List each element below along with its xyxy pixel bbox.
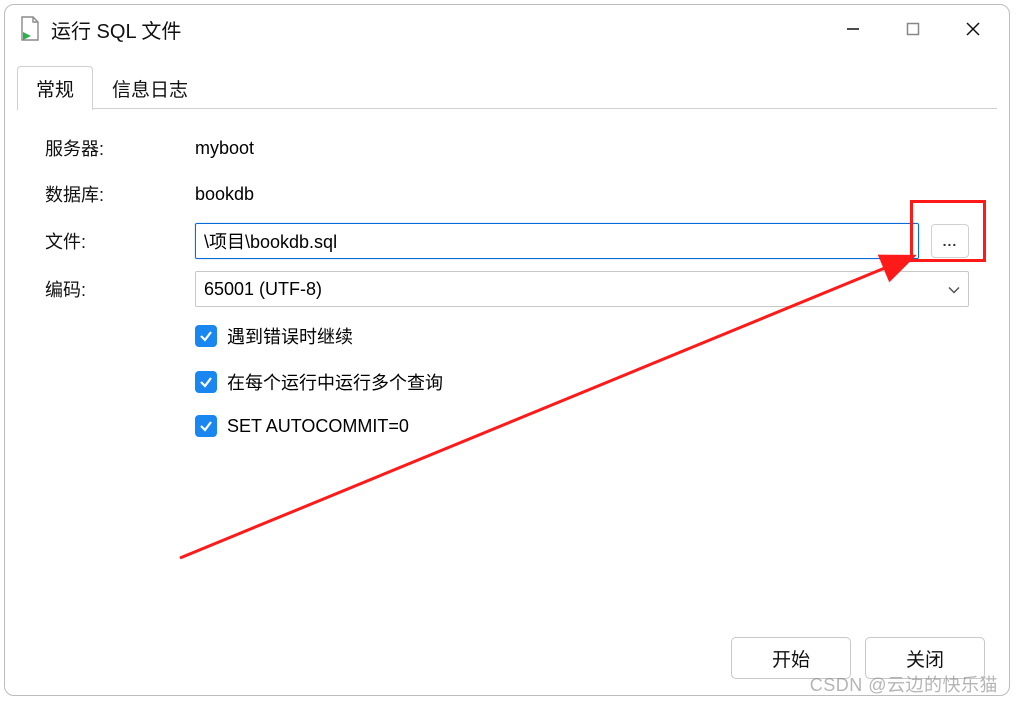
window-title: 运行 SQL 文件	[51, 15, 181, 44]
titlebar: 运行 SQL 文件	[5, 5, 1009, 53]
sql-file-icon	[19, 16, 41, 42]
start-button[interactable]: 开始	[731, 637, 851, 679]
file-label: 文件:	[45, 228, 195, 254]
row-server: 服务器: myboot	[45, 131, 969, 165]
close-button[interactable]: 关闭	[865, 637, 985, 679]
encoding-label: 编码:	[45, 276, 195, 302]
tab-general[interactable]: 常规	[17, 66, 93, 110]
checkbox-checked-icon	[195, 371, 217, 393]
checkbox-label: 遇到错误时继续	[227, 323, 353, 349]
form-content: 服务器: myboot 数据库: bookdb 文件: ... 编码: 6500…	[17, 108, 997, 437]
maximize-button[interactable]	[883, 9, 943, 49]
database-value: bookdb	[195, 184, 254, 205]
tab-log[interactable]: 信息日志	[93, 66, 207, 110]
tab-bar: 常规 信息日志	[5, 53, 1009, 109]
row-file: 文件: ...	[45, 223, 969, 259]
minimize-button[interactable]	[823, 9, 883, 49]
database-label: 数据库:	[45, 181, 195, 207]
checkbox-continue-on-error[interactable]: 遇到错误时继续	[195, 323, 969, 349]
encoding-select[interactable]: 65001 (UTF-8)	[195, 271, 969, 307]
file-input[interactable]	[195, 223, 919, 259]
dialog-window: 运行 SQL 文件 常规 信息日志 服务器: myboot 数据库: bookd…	[4, 4, 1010, 696]
checkbox-checked-icon	[195, 325, 217, 347]
dialog-footer: 开始 关闭	[731, 637, 985, 679]
close-window-button[interactable]	[943, 9, 1003, 49]
row-database: 数据库: bookdb	[45, 177, 969, 211]
checkbox-checked-icon	[195, 415, 217, 437]
checkbox-group: 遇到错误时继续 在每个运行中运行多个查询 SET AUTOCOMMIT=0	[195, 323, 969, 437]
encoding-value: 65001 (UTF-8)	[204, 279, 322, 300]
server-value: myboot	[195, 138, 254, 159]
checkbox-label: 在每个运行中运行多个查询	[227, 369, 443, 395]
server-label: 服务器:	[45, 135, 195, 161]
checkbox-autocommit[interactable]: SET AUTOCOMMIT=0	[195, 415, 969, 437]
browse-button[interactable]: ...	[931, 224, 969, 258]
checkbox-label: SET AUTOCOMMIT=0	[227, 416, 409, 437]
chevron-down-icon	[948, 279, 960, 300]
checkbox-multi-query[interactable]: 在每个运行中运行多个查询	[195, 369, 969, 395]
row-encoding: 编码: 65001 (UTF-8)	[45, 271, 969, 307]
